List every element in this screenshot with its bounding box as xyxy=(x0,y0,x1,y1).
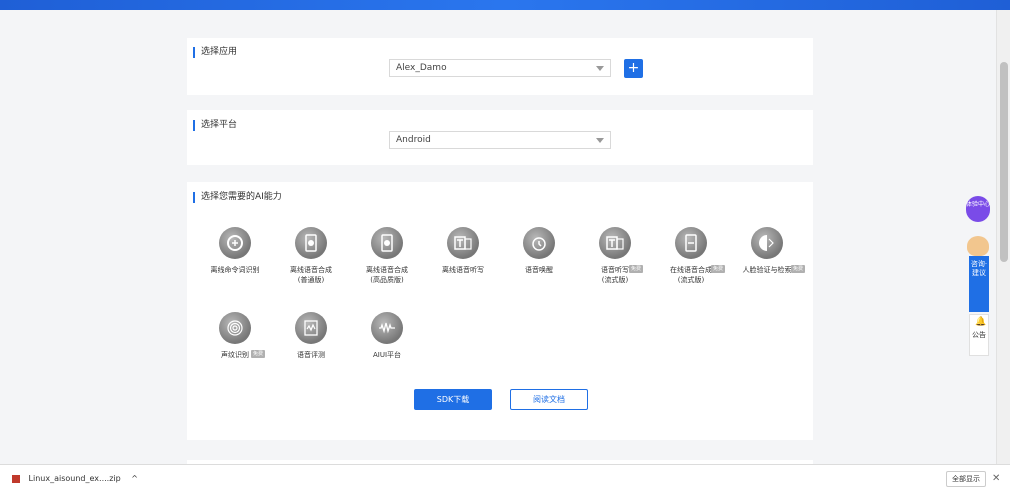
add-app-button[interactable]: + xyxy=(624,59,643,78)
alarm-clock-icon xyxy=(523,227,555,259)
ability-label: 离线语音合成 (高品质版) xyxy=(366,266,408,284)
select-ability-title: 选择您需要的AI能力 xyxy=(193,192,282,203)
read-docs-button[interactable]: 阅读文档 xyxy=(510,389,588,410)
bell-icon: 🔔 xyxy=(975,317,987,327)
ability-label: 语音评测 xyxy=(297,351,325,359)
select-app-title: 选择应用 xyxy=(193,47,237,58)
free-badge: 免费 xyxy=(629,265,644,273)
feedback-button[interactable]: 咨询·建议 xyxy=(969,256,989,312)
free-badge: 免费 xyxy=(791,265,805,273)
ability-label: 离线语音听写 xyxy=(442,266,484,274)
zip-file-icon xyxy=(12,474,20,483)
ability-wakeup[interactable]: 语音唤醒 xyxy=(501,227,577,275)
app-select[interactable]: Alex_Damo xyxy=(389,59,611,77)
platform-select[interactable]: Android xyxy=(389,131,611,149)
aiui-icon xyxy=(371,312,403,344)
ability-speech-evaluation[interactable]: 语音评测 xyxy=(273,312,349,360)
app-select-value: Alex_Damo xyxy=(396,63,447,73)
ability-offline-tts-standard[interactable]: 离线语音合成 (普通版) xyxy=(273,227,349,285)
ability-offline-dictation[interactable]: 离线语音听写 xyxy=(425,227,501,275)
page-content: 选择应用 Alex_Damo + 选择平台 Android 选择您需要的AI能力… xyxy=(5,10,995,464)
phone-speech-icon xyxy=(295,227,327,259)
download-filename: Linux_aisound_ex....zip xyxy=(28,474,121,483)
ability-online-tts[interactable]: 在线语音合成 (流式版) 免费 xyxy=(653,227,729,285)
chevron-down-icon xyxy=(596,138,604,143)
ability-label: 离线语音合成 (普通版) xyxy=(290,266,332,284)
scrollbar-thumb[interactable] xyxy=(1000,62,1008,262)
ability-label: 离线命令词识别 xyxy=(210,266,260,274)
mascot-icon xyxy=(967,236,989,256)
select-app-card: 选择应用 Alex_Damo + xyxy=(187,38,813,95)
notice-label: 公告 xyxy=(972,331,986,339)
ability-offline-command[interactable]: 离线命令词识别 xyxy=(197,227,273,275)
free-badge: 免费 xyxy=(711,265,726,273)
vertical-scrollbar[interactable] xyxy=(996,10,1010,464)
sdk-download-button[interactable]: SDK下载 xyxy=(414,389,492,410)
face-icon xyxy=(751,227,783,259)
show-all-button[interactable]: 全部显示 xyxy=(946,471,986,487)
phone-speech-icon xyxy=(675,227,707,259)
ability-streaming-dictation[interactable]: 语音听写 (流式版) 免费 xyxy=(577,227,653,285)
offline-command-icon xyxy=(219,227,251,259)
chevron-down-icon xyxy=(596,66,604,71)
ability-aiui[interactable]: AIUI平台 xyxy=(349,312,425,360)
chevron-up-icon[interactable]: ^ xyxy=(131,474,138,483)
phone-speech-icon xyxy=(371,227,403,259)
download-item[interactable]: Linux_aisound_ex....zip ^ xyxy=(12,474,138,483)
evaluation-icon xyxy=(295,312,327,344)
top-header-bar xyxy=(0,0,1010,10)
ability-label: 语音唤醒 xyxy=(525,266,553,274)
ability-face-verify[interactable]: 人脸验证与检索 免费 xyxy=(729,227,805,275)
select-ability-card: 选择您需要的AI能力 离线命令词识别 离线语音合成 (普通版) 离线语音合成 (… xyxy=(187,182,813,440)
text-phone-icon xyxy=(599,227,631,259)
experience-center-button[interactable]: 体验中心 xyxy=(966,196,990,222)
platform-select-value: Android xyxy=(396,135,431,145)
ability-label: AIUI平台 xyxy=(372,351,402,359)
select-platform-title: 选择平台 xyxy=(193,120,237,131)
close-icon[interactable]: ✕ xyxy=(992,473,1000,484)
download-bar: Linux_aisound_ex....zip ^ 全部显示 ✕ xyxy=(0,464,1010,495)
ability-offline-tts-hq[interactable]: 离线语音合成 (高品质版) xyxy=(349,227,425,285)
ability-voiceprint[interactable]: 声纹识别 免费 xyxy=(197,312,273,360)
free-badge: 免费 xyxy=(251,350,266,358)
select-platform-card: 选择平台 Android xyxy=(187,110,813,165)
text-phone-icon xyxy=(447,227,479,259)
fingerprint-icon xyxy=(219,312,251,344)
notice-button[interactable]: 🔔 公告 xyxy=(969,314,989,356)
